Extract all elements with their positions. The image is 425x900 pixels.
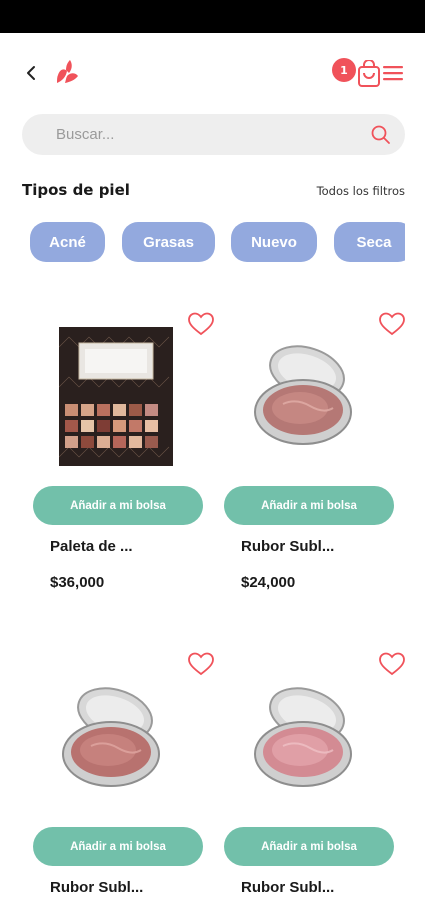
blush-compact-image xyxy=(254,687,352,787)
chevron-left-icon xyxy=(27,66,35,80)
all-filters-link[interactable]: Todos los filtros xyxy=(317,184,405,198)
product-name[interactable]: Paleta de ... xyxy=(50,538,133,555)
search-bar xyxy=(22,114,405,155)
heart-icon[interactable] xyxy=(378,651,406,677)
blush-compact-image xyxy=(62,687,160,787)
brand-logo[interactable] xyxy=(54,59,80,87)
eyeshadow-palette-image xyxy=(59,327,173,466)
app-header: 1 xyxy=(0,50,425,98)
chip-seca[interactable]: Seca xyxy=(334,222,405,262)
add-to-bag-button[interactable]: Añadir a mi bolsa xyxy=(33,486,203,525)
heart-icon[interactable] xyxy=(187,311,215,337)
heart-icon[interactable] xyxy=(378,311,406,337)
product-price: $24,000 xyxy=(241,574,296,591)
cart-count-badge: 1 xyxy=(332,58,356,82)
hamburger-menu-icon[interactable] xyxy=(383,64,403,82)
search-input[interactable] xyxy=(22,114,342,155)
product-name[interactable]: Rubor Subl... xyxy=(50,879,143,896)
skin-types-title: Tipos de piel xyxy=(22,181,130,199)
blush-compact-image xyxy=(254,345,352,445)
search-icon[interactable] xyxy=(370,124,392,146)
heart-icon[interactable] xyxy=(187,651,215,677)
chip-acne[interactable]: Acné xyxy=(30,222,105,262)
status-bar xyxy=(0,0,425,33)
back-button[interactable] xyxy=(20,62,42,84)
chip-grasas[interactable]: Grasas xyxy=(122,222,215,262)
add-to-bag-button[interactable]: Añadir a mi bolsa xyxy=(33,827,203,866)
product-name[interactable]: Rubor Subl... xyxy=(241,538,334,555)
add-to-bag-button[interactable]: Añadir a mi bolsa xyxy=(224,486,394,525)
skin-type-chips: Acné Grasas Nuevo Seca xyxy=(30,222,405,262)
chip-nuevo[interactable]: Nuevo xyxy=(231,222,317,262)
add-to-bag-button[interactable]: Añadir a mi bolsa xyxy=(224,827,394,866)
product-price: $36,000 xyxy=(50,574,105,591)
product-name[interactable]: Rubor Subl... xyxy=(241,879,334,896)
shopping-bag-icon[interactable] xyxy=(356,60,382,88)
